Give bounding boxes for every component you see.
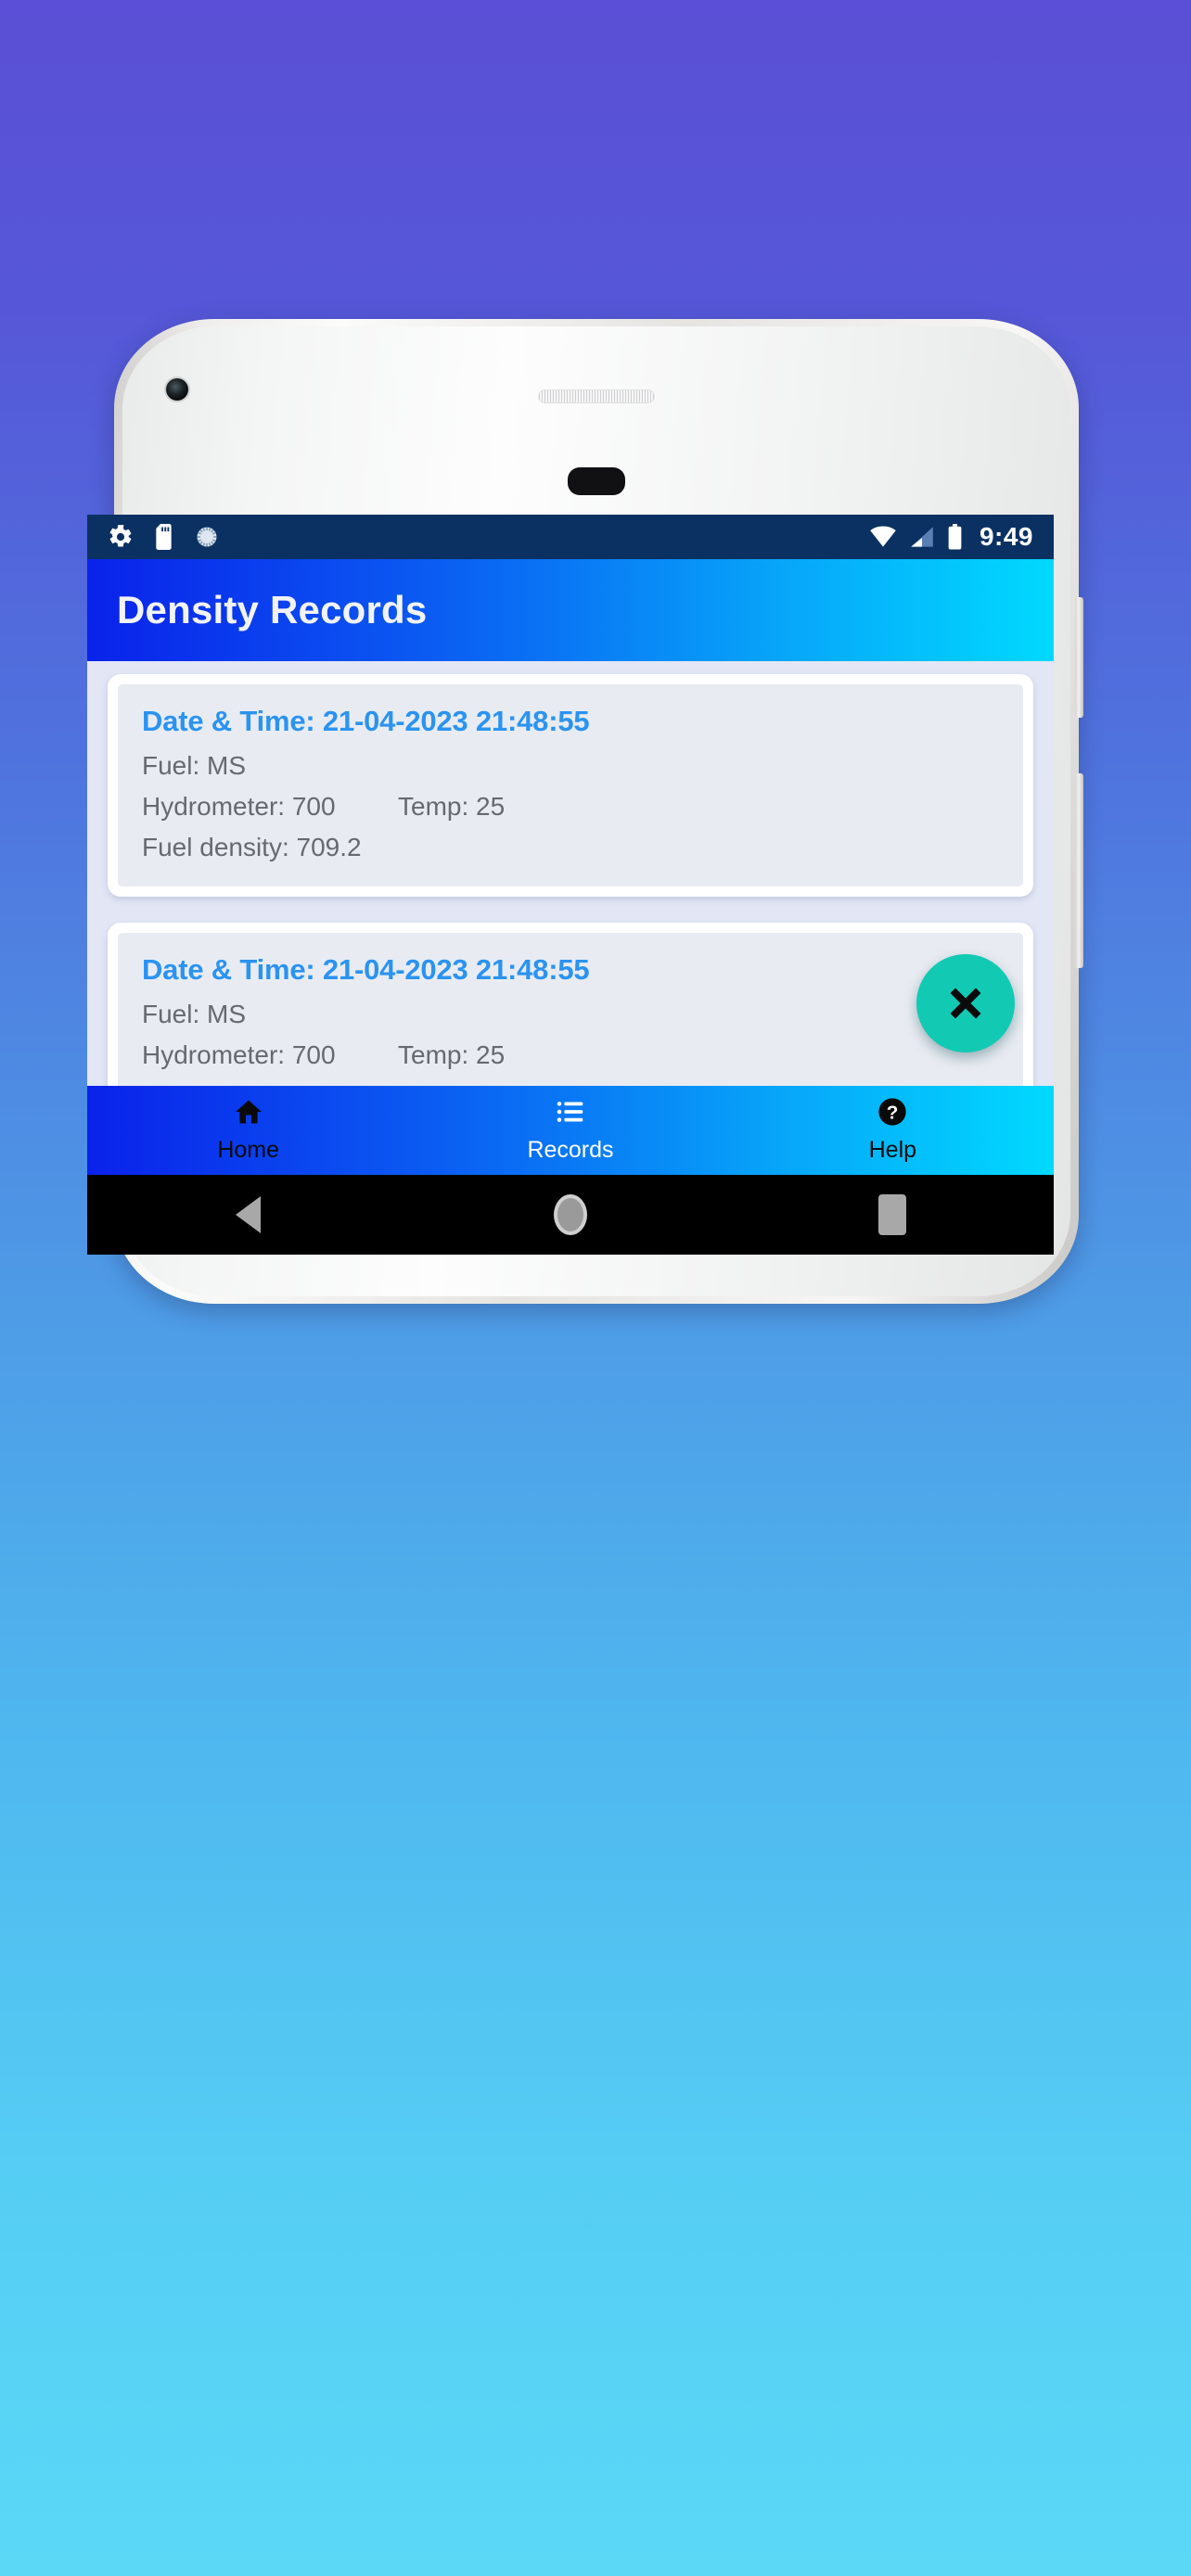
bottom-navigation: Home Records ? Help <box>87 1086 1054 1175</box>
volume-button[interactable] <box>1075 773 1083 968</box>
record-card[interactable]: Date & Time: 21-04-2023 21:48:55 Fuel: M… <box>108 674 1033 897</box>
record-card-body: Date & Time: 21-04-2023 21:48:55 Fuel: M… <box>118 684 1023 886</box>
screenshot-stage: 9:49 Density Records Date & Time: 21-04-… <box>0 0 1191 2576</box>
list-records-icon <box>555 1097 586 1131</box>
nav-item-records[interactable]: Records <box>409 1086 731 1175</box>
gear-icon <box>108 524 134 550</box>
system-recents-button[interactable] <box>732 1194 1054 1235</box>
record-fuel: Fuel: MS <box>142 751 247 780</box>
record-card-body: Date & Time: 21-04-2023 21:48:55 Fuel: M… <box>118 933 1023 1086</box>
close-x-icon <box>945 983 986 1024</box>
close-fab-button[interactable] <box>916 954 1015 1052</box>
earpiece-grille <box>538 389 655 403</box>
nav-item-home-label: Home <box>217 1137 279 1163</box>
back-triangle-icon <box>236 1196 262 1233</box>
status-bar-right-icons: 9:49 <box>869 522 1033 552</box>
power-button[interactable] <box>1075 597 1083 718</box>
wifi-icon <box>869 525 897 549</box>
nav-item-home[interactable]: Home <box>87 1086 409 1175</box>
nav-item-records-label: Records <box>527 1137 614 1163</box>
record-card[interactable]: Date & Time: 21-04-2023 21:48:55 Fuel: M… <box>108 923 1033 1086</box>
record-hydrometer: Hydrometer: 700 <box>142 1040 336 1069</box>
help-circle-icon: ? <box>877 1097 908 1131</box>
home-circle-icon <box>553 1194 587 1235</box>
record-datetime: Date & Time: 21-04-2023 21:48:55 <box>142 953 590 986</box>
record-hydrometer: Hydrometer: 700 <box>142 792 336 821</box>
home-icon <box>233 1097 264 1131</box>
system-home-button[interactable] <box>409 1194 731 1235</box>
sync-spinner-icon <box>194 524 220 550</box>
record-density: Fuel density: 709.2 <box>142 833 362 861</box>
nav-item-help-label: Help <box>868 1137 917 1163</box>
records-list[interactable]: Date & Time: 21-04-2023 21:48:55 Fuel: M… <box>87 661 1054 1086</box>
record-temp: Temp: 25 <box>398 792 506 821</box>
nav-item-help[interactable]: ? Help <box>732 1086 1054 1175</box>
status-bar-left-icons <box>108 524 220 550</box>
sensor-pill <box>568 467 625 495</box>
android-system-nav-bar <box>87 1175 1054 1255</box>
record-temp: Temp: 25 <box>398 1040 506 1069</box>
sd-card-icon <box>152 524 175 550</box>
android-status-bar: 9:49 <box>87 515 1054 559</box>
battery-full-icon <box>947 524 963 550</box>
status-bar-clock: 9:49 <box>979 522 1033 551</box>
record-fuel: Fuel: MS <box>142 1000 247 1028</box>
system-back-button[interactable] <box>87 1196 409 1233</box>
recents-square-icon <box>878 1194 907 1235</box>
record-measure-row: Hydrometer: 700 Temp: 25 <box>142 1040 999 1070</box>
svg-text:?: ? <box>887 1102 899 1123</box>
page-title: Density Records <box>117 588 428 631</box>
record-measure-row: Hydrometer: 700 Temp: 25 <box>142 792 999 822</box>
front-camera-icon <box>166 378 188 401</box>
app-bar: Density Records <box>87 559 1054 661</box>
app-screen: 9:49 Density Records Date & Time: 21-04-… <box>87 515 1054 1175</box>
cellular-signal-icon <box>910 525 934 549</box>
record-datetime: Date & Time: 21-04-2023 21:48:55 <box>142 705 590 737</box>
